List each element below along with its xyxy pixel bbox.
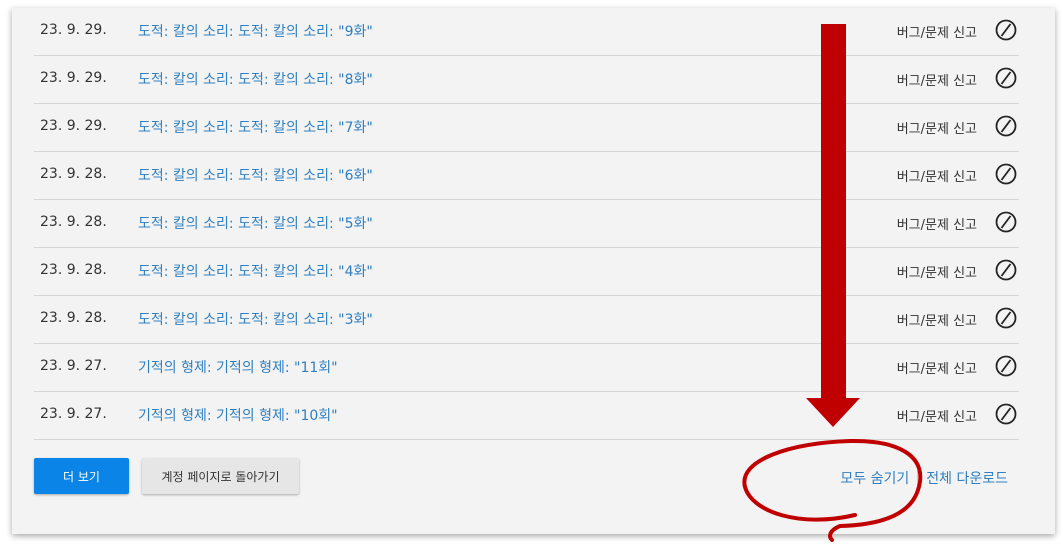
history-date: 23. 9. 29.	[40, 70, 107, 86]
history-title-link[interactable]: 도적: 칼의 소리: 도적: 칼의 소리: "7화"	[138, 117, 373, 137]
hide-all-link[interactable]: 모두 숨기기	[840, 471, 909, 487]
hide-icon[interactable]	[995, 307, 1017, 329]
history-title-link[interactable]: 기적의 형제: 기적의 형제: "10회"	[138, 405, 338, 425]
download-all-link[interactable]: 전체 다운로드	[926, 471, 1008, 487]
hide-icon[interactable]	[995, 403, 1017, 425]
viewing-history-list: 23. 9. 29. 도적: 칼의 소리: 도적: 칼의 소리: "9화" 버그/문…	[34, 8, 1019, 440]
history-row: 23. 9. 29. 도적: 칼의 소리: 도적: 칼의 소리: "8화" 버그/문…	[34, 56, 1019, 104]
history-row: 23. 9. 28. 도적: 칼의 소리: 도적: 칼의 소리: "6화" 버그/문…	[34, 152, 1019, 200]
hide-icon[interactable]	[995, 67, 1017, 89]
hide-icon[interactable]	[995, 115, 1017, 137]
show-more-button[interactable]: 더 보기	[34, 458, 129, 494]
history-row: 23. 9. 29. 도적: 칼의 소리: 도적: 칼의 소리: "9화" 버그/문…	[34, 8, 1019, 56]
link-divider	[917, 470, 919, 488]
history-title-link[interactable]: 도적: 칼의 소리: 도적: 칼의 소리: "4화"	[138, 261, 373, 281]
back-to-account-button[interactable]: 계정 페이지로 돌아가기	[142, 458, 299, 494]
history-date: 23. 9. 27.	[40, 406, 107, 422]
viewing-history-panel: 23. 9. 29. 도적: 칼의 소리: 도적: 칼의 소리: "9화" 버그/문…	[12, 8, 1055, 534]
history-date: 23. 9. 27.	[40, 358, 107, 374]
report-problem-link[interactable]: 버그/문제 신고	[897, 310, 977, 329]
hide-icon[interactable]	[995, 211, 1017, 233]
history-row: 23. 9. 29. 도적: 칼의 소리: 도적: 칼의 소리: "7화" 버그/문…	[34, 104, 1019, 152]
history-row: 23. 9. 28. 도적: 칼의 소리: 도적: 칼의 소리: "4화" 버그/문…	[34, 248, 1019, 296]
report-problem-link[interactable]: 버그/문제 신고	[897, 358, 977, 377]
history-date: 23. 9. 28.	[40, 166, 107, 182]
report-problem-link[interactable]: 버그/문제 신고	[897, 70, 977, 89]
history-title-link[interactable]: 도적: 칼의 소리: 도적: 칼의 소리: "5화"	[138, 213, 373, 233]
history-row: 23. 9. 28. 도적: 칼의 소리: 도적: 칼의 소리: "5화" 버그/문…	[34, 200, 1019, 248]
history-row: 23. 9. 27. 기적의 형제: 기적의 형제: "11회" 버그/문제 신고	[34, 344, 1019, 392]
history-date: 23. 9. 28.	[40, 310, 107, 326]
history-title-link[interactable]: 도적: 칼의 소리: 도적: 칼의 소리: "9화"	[138, 21, 373, 41]
history-date: 23. 9. 28.	[40, 214, 107, 230]
hide-icon[interactable]	[995, 19, 1017, 41]
history-row: 23. 9. 28. 도적: 칼의 소리: 도적: 칼의 소리: "3화" 버그/문…	[34, 296, 1019, 344]
hide-icon[interactable]	[995, 163, 1017, 185]
footer-links: 모두 숨기기 전체 다운로드	[840, 468, 1008, 488]
history-row: 23. 9. 27. 기적의 형제: 기적의 형제: "10회" 버그/문제 신고	[34, 392, 1019, 440]
history-title-link[interactable]: 기적의 형제: 기적의 형제: "11회"	[138, 357, 338, 377]
report-problem-link[interactable]: 버그/문제 신고	[897, 262, 977, 281]
report-problem-link[interactable]: 버그/문제 신고	[897, 118, 977, 137]
report-problem-link[interactable]: 버그/문제 신고	[897, 406, 977, 425]
history-title-link[interactable]: 도적: 칼의 소리: 도적: 칼의 소리: "6화"	[138, 165, 373, 185]
hide-icon[interactable]	[995, 259, 1017, 281]
history-title-link[interactable]: 도적: 칼의 소리: 도적: 칼의 소리: "8화"	[138, 69, 373, 89]
report-problem-link[interactable]: 버그/문제 신고	[897, 166, 977, 185]
history-title-link[interactable]: 도적: 칼의 소리: 도적: 칼의 소리: "3화"	[138, 309, 373, 329]
report-problem-link[interactable]: 버그/문제 신고	[897, 214, 977, 233]
report-problem-link[interactable]: 버그/문제 신고	[897, 22, 977, 41]
history-date: 23. 9. 29.	[40, 22, 107, 38]
history-date: 23. 9. 28.	[40, 262, 107, 278]
hide-icon[interactable]	[995, 355, 1017, 377]
history-date: 23. 9. 29.	[40, 118, 107, 134]
